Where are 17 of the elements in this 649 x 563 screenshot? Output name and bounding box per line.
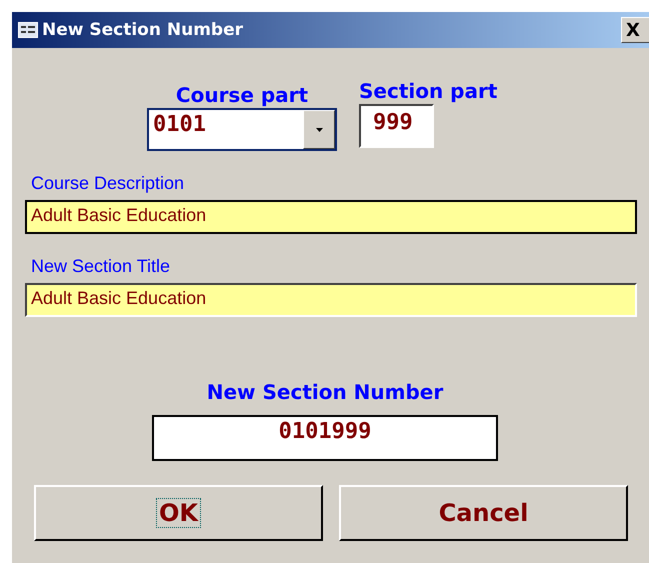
dialog-button[interactable]: Cancel [339,485,628,541]
dialog-button[interactable]: OK [34,485,323,541]
section-number-field: 0101999 [152,415,498,461]
form-icon [18,22,38,38]
field-label: Course part [176,82,308,108]
field-label: Section part [359,78,498,104]
section-part-field[interactable]: 999 [359,104,434,148]
dropdown-button[interactable] [303,110,335,149]
course-part-dropdown[interactable]: 0101 [147,108,337,151]
close-button[interactable]: X [621,17,649,43]
caret-icon [316,128,322,132]
course-description-field[interactable]: Adult Basic Education [25,200,637,234]
window-title: New Section Number [42,20,244,40]
section-title-field[interactable]: Adult Basic Education [25,283,637,317]
field-label: New Section Number [206,379,444,405]
field-label: Course Description [31,173,186,195]
field-label: New Section Title [31,256,172,278]
